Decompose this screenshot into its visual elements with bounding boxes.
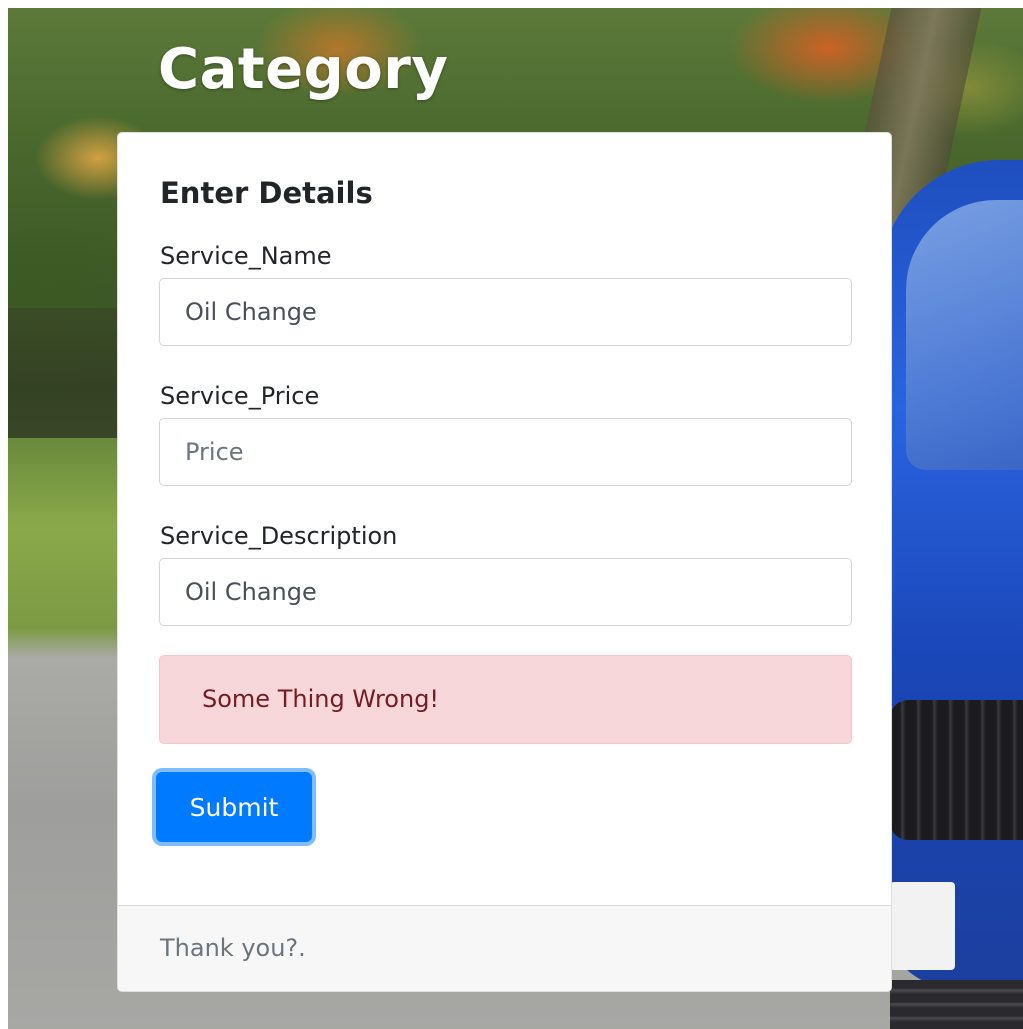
details-card: Enter Details Service_Name Service_Price…	[117, 132, 892, 992]
page-title: Category	[158, 37, 449, 102]
car-windshield	[906, 200, 1023, 470]
card-title: Enter Details	[160, 176, 373, 210]
page: Category Enter Details Service_Name Serv…	[0, 0, 1023, 1029]
service-name-label: Service_Name	[160, 242, 332, 270]
hedge-decoration	[8, 308, 128, 438]
service-description-label: Service_Description	[160, 522, 398, 550]
service-price-input[interactable]	[159, 418, 852, 486]
service-price-label: Service_Price	[160, 382, 320, 410]
footer-text: Thank you?.	[160, 934, 306, 962]
car-grille	[890, 700, 1023, 840]
card-footer: Thank you?.	[118, 905, 891, 991]
car-license-plate	[890, 882, 955, 970]
submit-button[interactable]: Submit	[156, 772, 312, 842]
service-description-input[interactable]	[159, 558, 852, 626]
error-alert: Some Thing Wrong!	[159, 655, 852, 744]
service-name-input[interactable]	[159, 278, 852, 346]
car-photo-decoration	[880, 140, 1023, 1029]
car-lower-grille	[890, 980, 1023, 1029]
